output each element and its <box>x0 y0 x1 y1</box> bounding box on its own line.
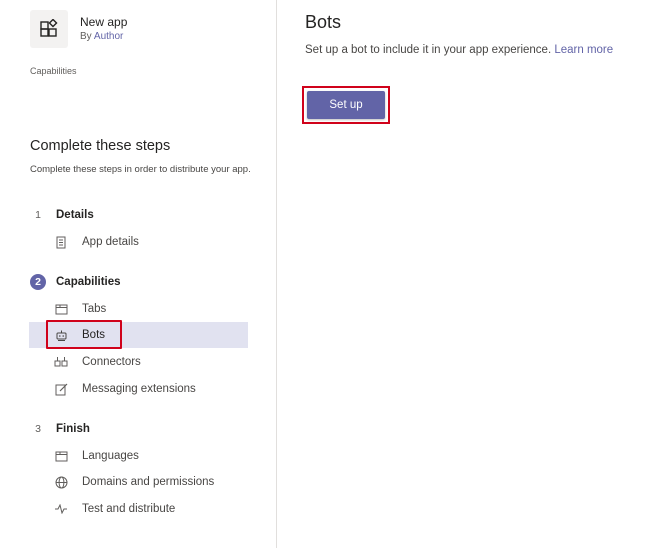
setup-button[interactable]: Set up <box>307 91 385 119</box>
steps-title: Complete these steps <box>30 138 171 154</box>
page-description: Set up a bot to include it in your app e… <box>305 44 613 56</box>
nav-item-tabs[interactable]: Tabs <box>29 296 248 322</box>
nav-item-domains-permissions[interactable]: Domains and permissions <box>29 469 248 495</box>
language-icon <box>54 449 68 463</box>
nav-item-languages[interactable]: Languages <box>29 443 248 469</box>
nav-item-connectors[interactable]: Connectors <box>29 349 248 375</box>
section-label: Capabilities <box>56 276 121 288</box>
nav-item-label: Messaging extensions <box>82 383 196 395</box>
section-details: 1 Details <box>30 206 94 224</box>
nav-item-label: App details <box>82 236 139 248</box>
app-icon <box>30 10 68 48</box>
section-label: Finish <box>56 423 90 435</box>
steps-description: Complete these steps in order to distrib… <box>30 164 251 175</box>
nav-item-label: Domains and permissions <box>82 476 215 488</box>
bot-icon <box>54 328 68 342</box>
learn-more-link[interactable]: Learn more <box>554 44 613 56</box>
section-capabilities: 2 Capabilities <box>30 273 121 291</box>
globe-icon <box>54 475 68 489</box>
step-number: 1 <box>35 209 41 221</box>
section-label: Details <box>56 209 94 221</box>
nav-item-messaging-extensions[interactable]: Messaging extensions <box>29 376 248 402</box>
setup-highlight-box: Set up <box>302 86 390 124</box>
nav-item-app-details[interactable]: App details <box>29 229 248 255</box>
step-number: 2 <box>30 274 46 290</box>
nav-item-label: Connectors <box>82 356 141 368</box>
app-grid-icon <box>40 19 58 37</box>
tab-icon <box>54 302 68 316</box>
author-link[interactable]: Author <box>94 31 123 42</box>
left-panel: New app By Author Capabilities Complete … <box>0 0 277 548</box>
nav-item-label: Test and distribute <box>82 503 176 515</box>
nav-item-test-distribute[interactable]: Test and distribute <box>29 496 248 522</box>
main-panel: Bots Set up a bot to include it in your … <box>278 0 651 548</box>
document-icon <box>54 235 68 249</box>
step-number: 3 <box>35 423 41 435</box>
description-text: Set up a bot to include it in your app e… <box>305 44 552 56</box>
app-author: By Author <box>80 31 123 42</box>
pulse-icon <box>54 502 68 516</box>
connector-icon <box>54 355 68 369</box>
breadcrumb: Capabilities <box>30 66 77 76</box>
section-finish: 3 Finish <box>30 420 90 438</box>
nav-item-label: Languages <box>82 450 139 462</box>
nav-item-bots[interactable]: Bots <box>29 322 248 348</box>
nav-item-label: Tabs <box>82 303 107 315</box>
edit-icon <box>54 382 68 396</box>
page-title: Bots <box>305 12 342 32</box>
nav-item-label: Bots <box>82 329 106 341</box>
author-prefix: By <box>80 31 92 42</box>
app-name: New app <box>80 15 128 29</box>
